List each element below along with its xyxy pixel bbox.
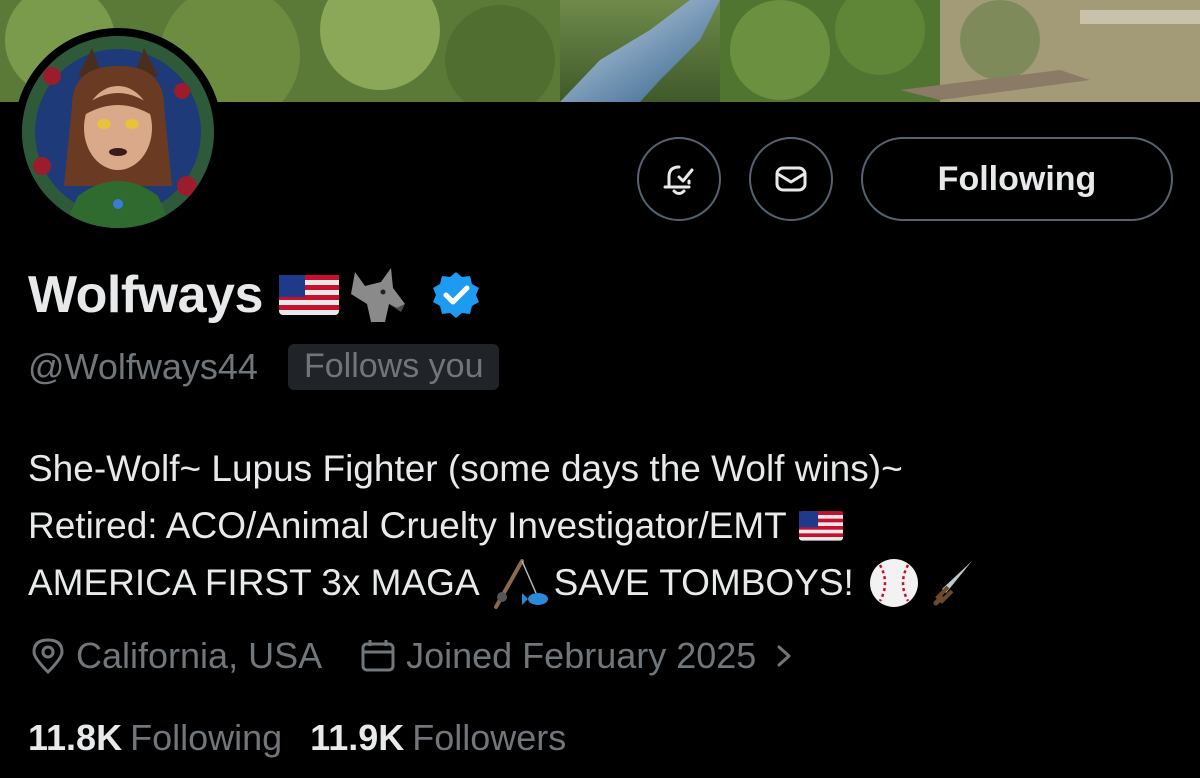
follows-you-badge: Follows you [287, 344, 500, 390]
bio-text: AMERICA FIRST 3x MAGA [28, 562, 480, 603]
bio-text: She-Wolf~ Lupus Fighter (some days the W… [28, 448, 903, 489]
bio: She-Wolf~ Lupus Fighter (some days the W… [28, 440, 1178, 611]
wolf-icon [350, 268, 405, 322]
location-pin-icon [32, 638, 64, 675]
bell-check-icon [663, 165, 694, 195]
wolf-girl-avatar [22, 36, 214, 228]
following-stat[interactable]: 11.8K Following [28, 717, 282, 759]
bio-text: Retired: ACO/Animal Cruelty Investigator… [28, 505, 787, 546]
avatar-ring [14, 28, 222, 236]
calendar-icon [361, 640, 395, 672]
notify-button[interactable] [637, 137, 721, 221]
location: California, USA [28, 635, 322, 677]
verified-badge-icon[interactable] [431, 270, 481, 320]
followers-label: Followers [412, 717, 567, 758]
fishing-pole-icon [493, 558, 548, 609]
bio-text: SAVE TOMBOYS! [553, 562, 854, 603]
display-name: Wolfways [28, 266, 263, 324]
following-count: 11.8K [28, 717, 123, 758]
joined-date[interactable]: Joined February 2025 [358, 635, 802, 677]
handle-row: @Wolfways44 Follows you [28, 344, 500, 390]
chevron-right-icon [777, 645, 791, 667]
joined-text: Joined February 2025 [406, 635, 757, 676]
following-label: Following [130, 717, 283, 758]
follow-stats: 11.8K Following 11.9K Followers [28, 714, 566, 762]
followers-stat[interactable]: 11.9K Followers [310, 717, 566, 759]
message-button[interactable] [749, 137, 833, 221]
bio-line: AMERICA FIRST 3x MAGA SAVE TOMBOYS! [28, 554, 1178, 611]
profile-meta: California, USA Joined February 2025 [28, 632, 802, 680]
followers-count: 11.9K [310, 717, 405, 758]
location-text: California, USA [76, 635, 323, 676]
handle: @Wolfways44 [28, 346, 258, 387]
avatar[interactable] [22, 36, 214, 228]
display-name-row: Wolfways [28, 262, 481, 328]
us-flag-icon [798, 510, 843, 541]
us-flag-icon [278, 275, 339, 315]
bio-line: She-Wolf~ Lupus Fighter (some days the W… [28, 440, 1178, 497]
baseball-icon [869, 558, 918, 607]
envelope-icon [775, 166, 807, 192]
following-button[interactable]: Following [861, 137, 1173, 221]
bio-line: Retired: ACO/Animal Cruelty Investigator… [28, 497, 1178, 554]
dagger-icon [933, 560, 972, 605]
